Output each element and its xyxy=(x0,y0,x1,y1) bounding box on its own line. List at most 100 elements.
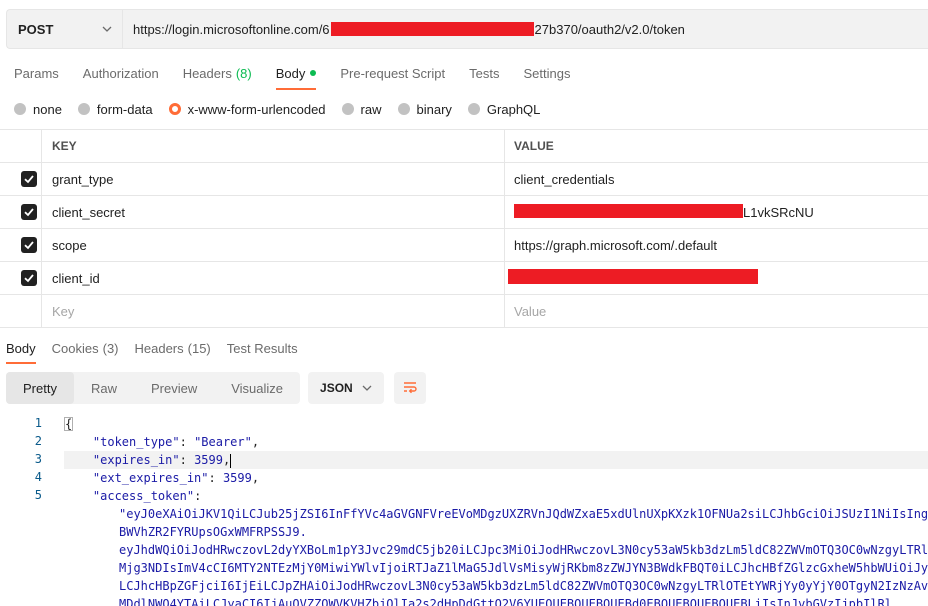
view-visualize-button[interactable]: Visualize xyxy=(214,372,300,404)
json-key: "access_token" xyxy=(92,489,195,503)
access-token-line: Mjg3NDIsImV4cCI6MTY2NTEzMjY0MiwiYWlvIjoi… xyxy=(119,561,928,575)
json-key: "expires_in" xyxy=(92,453,180,467)
view-pretty-button[interactable]: Pretty xyxy=(6,372,74,404)
row-checkbox-cell xyxy=(0,295,42,327)
radio-form-data[interactable]: form-data xyxy=(77,102,153,117)
value-cell[interactable]: https://graph.microsoft.com/.default xyxy=(505,229,928,261)
tab-label: Headers xyxy=(182,65,232,81)
tab-label: Body xyxy=(275,65,306,81)
tab-label: Pre-request Script xyxy=(340,65,446,81)
tab-authorization[interactable]: Authorization xyxy=(69,56,159,90)
radio-circle xyxy=(341,103,354,115)
radio-label: raw xyxy=(360,101,382,117)
tab-label: Cookies xyxy=(51,340,99,356)
check-icon xyxy=(23,274,34,283)
tab-body[interactable]: Body xyxy=(262,56,317,90)
key-cell[interactable]: grant_type xyxy=(42,163,505,195)
open-brace: { xyxy=(64,417,74,431)
radio-binary[interactable]: binary xyxy=(397,101,452,117)
redaction-mark xyxy=(514,203,743,218)
key-column-header: KEY xyxy=(42,130,505,162)
headers-count: (15) xyxy=(187,340,211,356)
chevron-down-icon xyxy=(102,26,112,32)
tab-label: Tests xyxy=(469,65,500,81)
view-preview-button[interactable]: Preview xyxy=(134,372,214,404)
table-row: scope https://graph.microsoft.com/.defau… xyxy=(0,229,928,262)
url-prefix: https://login.microsoftonline.com/6 xyxy=(133,21,330,37)
row-checkbox[interactable] xyxy=(20,204,37,220)
tab-label: Body xyxy=(6,340,36,356)
view-raw-button[interactable]: Raw xyxy=(74,372,134,404)
row-checkbox-cell xyxy=(0,163,42,195)
radio-raw[interactable]: raw xyxy=(341,101,382,117)
row-checkbox-cell xyxy=(0,196,42,228)
row-checkbox-cell xyxy=(0,229,42,261)
check-icon xyxy=(23,208,34,217)
radio-circle xyxy=(14,103,26,115)
code-line: { xyxy=(64,415,74,433)
redaction-mark xyxy=(330,22,534,36)
access-token-line: BWVhZR2FYRUpsOGxWMFRPSSJ9. xyxy=(119,525,307,539)
checkbox-column-header xyxy=(0,130,42,162)
row-checkbox[interactable] xyxy=(20,237,37,253)
radio-x-www-form-urlencoded[interactable]: x-www-form-urlencoded xyxy=(168,101,326,117)
cookies-count: (3) xyxy=(102,340,119,356)
row-checkbox[interactable] xyxy=(20,171,37,187)
tab-label: Authorization xyxy=(82,65,159,81)
value-cell[interactable]: client_credentials xyxy=(505,163,928,195)
key-cell[interactable]: scope xyxy=(42,229,505,261)
tab-pre-request-script[interactable]: Pre-request Script xyxy=(326,56,445,90)
body-active-dot xyxy=(310,70,317,76)
radio-graphql[interactable]: GraphQL xyxy=(467,101,541,117)
line-number: 5 xyxy=(34,488,42,502)
tab-params[interactable]: Params xyxy=(0,56,59,90)
redaction-mark xyxy=(508,269,758,284)
radio-circle xyxy=(467,103,480,115)
response-body-code[interactable]: 1 2 3 4 5 { "token_type": "Bearer", "exp… xyxy=(0,415,928,606)
table-row-empty: Key Value xyxy=(0,295,928,328)
code-line-current: "expires_in": 3599, xyxy=(64,451,928,469)
url-suffix: 27b370/oauth2/v2.0/token xyxy=(534,21,685,37)
wrap-lines-icon xyxy=(404,382,417,394)
table-row: client_secret L1vkSRcNU xyxy=(0,196,928,229)
body-type-selector: none form-data x-www-form-urlencoded raw… xyxy=(0,98,542,120)
new-key-input[interactable]: Key xyxy=(42,295,505,327)
chevron-down-icon xyxy=(362,385,372,391)
value-cell[interactable] xyxy=(505,262,928,294)
line-number: 4 xyxy=(34,470,42,484)
new-value-input[interactable]: Value xyxy=(505,295,928,327)
url-input[interactable]: https://login.microsoftonline.com/6 27b37… xyxy=(123,10,928,48)
row-checkbox-cell xyxy=(0,262,42,294)
key-cell[interactable]: client_secret xyxy=(42,196,505,228)
tab-response-body[interactable]: Body xyxy=(6,332,36,364)
row-checkbox[interactable] xyxy=(20,270,37,286)
radio-label: GraphQL xyxy=(486,101,541,117)
check-icon xyxy=(23,175,34,184)
method-select[interactable]: POST xyxy=(7,10,123,48)
key-cell[interactable]: client_id xyxy=(42,262,505,294)
json-value: "Bearer" xyxy=(194,435,252,449)
radio-label: x-www-form-urlencoded xyxy=(187,101,326,117)
table-row: client_id xyxy=(0,262,928,295)
radio-label: none xyxy=(33,101,62,117)
json-key: "token_type" xyxy=(92,435,180,449)
params-table: KEY VALUE grant_type client_credentials … xyxy=(0,129,928,328)
line-number: 2 xyxy=(34,434,42,448)
tab-label: Test Results xyxy=(226,340,298,356)
tab-test-results[interactable]: Test Results xyxy=(227,332,298,364)
tab-tests[interactable]: Tests xyxy=(455,56,499,90)
access-token-line: "eyJ0eXAiOiJKV1QiLCJub25jZSI6InFfYVc4aGV… xyxy=(119,507,928,521)
tab-cookies[interactable]: Cookies (3) xyxy=(52,332,119,364)
tab-response-headers[interactable]: Headers (15) xyxy=(135,332,211,364)
radio-circle xyxy=(168,103,181,115)
format-label: JSON xyxy=(320,381,353,395)
radio-circle xyxy=(77,103,90,115)
tab-label: Headers xyxy=(134,340,184,356)
format-select[interactable]: JSON xyxy=(308,372,385,404)
value-cell[interactable]: L1vkSRcNU xyxy=(505,196,928,228)
radio-label: binary xyxy=(416,101,452,117)
tab-settings[interactable]: Settings xyxy=(509,56,570,90)
tab-headers[interactable]: Headers (8) xyxy=(169,56,252,90)
radio-none[interactable]: none xyxy=(14,102,62,117)
wrap-lines-button[interactable] xyxy=(394,372,427,404)
